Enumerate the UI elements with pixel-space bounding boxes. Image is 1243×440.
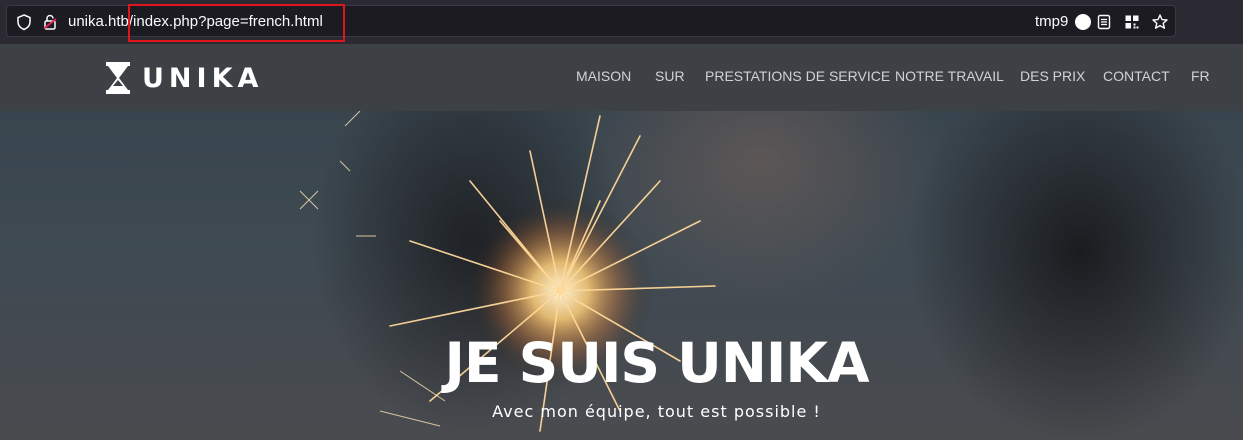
url-highlight-box bbox=[128, 4, 345, 42]
lock-broken-icon[interactable] bbox=[41, 13, 59, 31]
nav-link-sur[interactable]: SUR bbox=[655, 68, 685, 84]
nav-link-contact[interactable]: CONTACT bbox=[1103, 68, 1170, 84]
nav-link-maison[interactable]: MAISON bbox=[576, 68, 631, 84]
hero-subtitle: Avec mon équipe, tout est possible ! bbox=[492, 402, 821, 421]
nav-link-language[interactable]: FR bbox=[1191, 68, 1210, 84]
extension-icon[interactable] bbox=[1123, 13, 1141, 31]
url-host: unika.htb bbox=[68, 13, 129, 30]
bookmark-star-icon[interactable] bbox=[1151, 13, 1169, 31]
hourglass-logo-icon bbox=[106, 62, 130, 94]
logo-text: UNIKA bbox=[142, 62, 264, 94]
nav-link-prestations[interactable]: PRESTATIONS DE SERVICE bbox=[705, 68, 890, 84]
container-label[interactable]: tmp9 bbox=[1035, 13, 1068, 31]
nav-link-des-prix[interactable]: DES PRIX bbox=[1020, 68, 1085, 84]
site-logo[interactable]: UNIKA bbox=[106, 62, 263, 94]
hero-section: JE SUIS UNIKA Avec mon équipe, tout est … bbox=[0, 111, 1243, 440]
reader-view-icon[interactable] bbox=[1095, 13, 1113, 31]
shield-icon[interactable] bbox=[15, 13, 33, 31]
nav-link-notre-travail[interactable]: NOTRE TRAVAIL bbox=[895, 68, 1004, 84]
container-indicator-icon[interactable] bbox=[1075, 14, 1091, 30]
hero-title: JE SUIS UNIKA bbox=[444, 331, 869, 395]
browser-toolbar: unika.htb/index.php?page=french.html tmp… bbox=[0, 0, 1243, 44]
site-navbar: UNIKA MAISON SUR PRESTATIONS DE SERVICE … bbox=[0, 44, 1243, 111]
